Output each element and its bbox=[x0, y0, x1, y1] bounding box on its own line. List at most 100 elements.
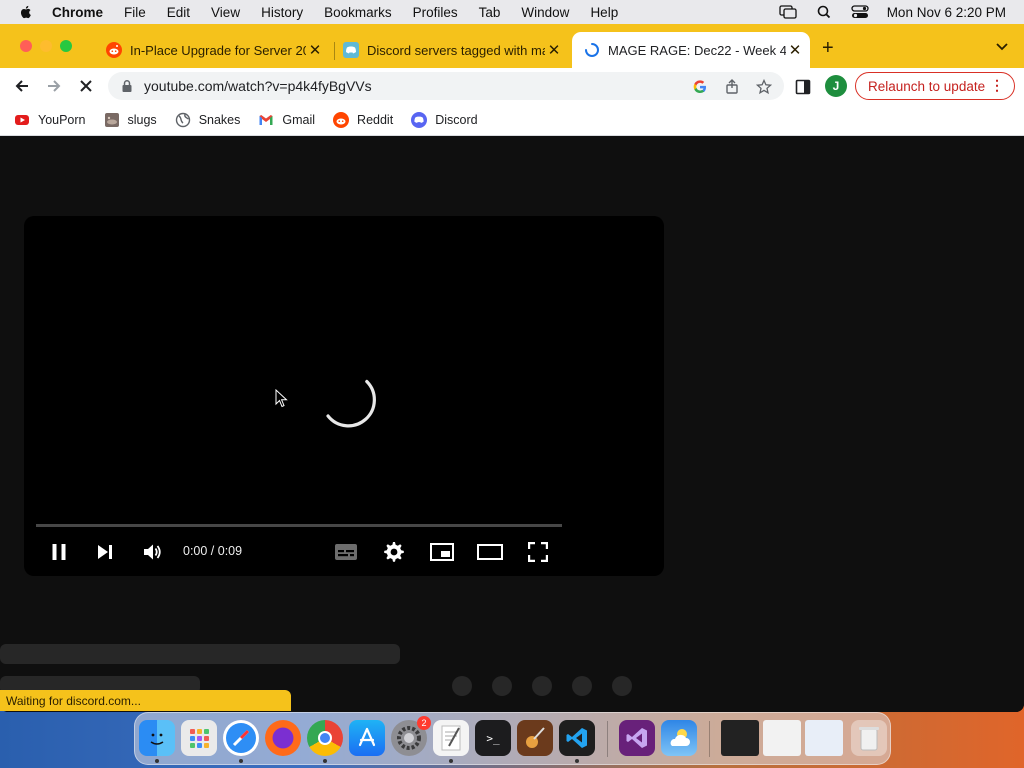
weather-icon[interactable] bbox=[661, 720, 697, 756]
macos-dock: 2 >_ bbox=[134, 712, 891, 765]
reddit-icon bbox=[106, 42, 122, 58]
close-tab-icon[interactable]: ✕ bbox=[786, 41, 804, 59]
theater-mode-button[interactable] bbox=[476, 538, 504, 566]
gear-icon bbox=[384, 542, 404, 562]
visual-studio-icon[interactable] bbox=[619, 720, 655, 756]
menu-app-name[interactable]: Chrome bbox=[52, 5, 103, 20]
miniplayer-icon bbox=[430, 543, 454, 561]
vscode-logo-icon bbox=[566, 728, 587, 748]
notification-badge: 2 bbox=[417, 716, 431, 730]
profile-avatar[interactable]: J bbox=[825, 75, 847, 97]
menu-file[interactable]: File bbox=[124, 5, 146, 20]
bookmark-discord[interactable]: Discord bbox=[411, 111, 478, 128]
vscode-icon[interactable] bbox=[559, 720, 595, 756]
menu-tab[interactable]: Tab bbox=[479, 5, 501, 20]
action-skeleton bbox=[612, 676, 632, 696]
trash-icon[interactable] bbox=[851, 720, 887, 756]
lock-icon[interactable] bbox=[120, 79, 134, 93]
menu-view[interactable]: View bbox=[211, 5, 240, 20]
menu-profiles[interactable]: Profiles bbox=[413, 5, 458, 20]
spotlight-search-icon[interactable] bbox=[815, 5, 833, 19]
settings-button[interactable] bbox=[380, 538, 408, 566]
app-store-icon[interactable] bbox=[349, 720, 385, 756]
minimize-window-button[interactable] bbox=[40, 40, 52, 52]
bookmark-slugs[interactable]: slugs bbox=[104, 112, 157, 128]
apple-icon[interactable] bbox=[18, 4, 34, 20]
screen-mirroring-icon[interactable] bbox=[779, 5, 797, 19]
tab-discord-servers[interactable]: Discord servers tagged with mage ✕ bbox=[337, 32, 569, 68]
relaunch-to-update-button[interactable]: Relaunch to update ⋮ bbox=[855, 72, 1015, 100]
share-icon[interactable] bbox=[724, 79, 740, 95]
back-button[interactable] bbox=[10, 74, 34, 98]
close-tab-icon[interactable]: ✕ bbox=[306, 41, 324, 59]
skip-next-icon bbox=[98, 545, 112, 559]
menu-bookmarks[interactable]: Bookmarks bbox=[324, 5, 392, 20]
forward-button[interactable] bbox=[42, 74, 66, 98]
grid-icon bbox=[190, 729, 209, 748]
bookmark-label: Discord bbox=[435, 112, 478, 127]
close-tab-icon[interactable]: ✕ bbox=[545, 41, 563, 59]
fullscreen-button[interactable] bbox=[524, 538, 552, 566]
bookmark-star-icon[interactable] bbox=[756, 79, 772, 95]
menu-help[interactable]: Help bbox=[590, 5, 618, 20]
bookmark-label: Gmail bbox=[282, 112, 316, 127]
video-progress-bar[interactable] bbox=[36, 524, 562, 527]
mute-button[interactable] bbox=[138, 538, 166, 566]
new-tab-button[interactable]: + bbox=[822, 38, 834, 58]
minimized-window-thumbnail[interactable] bbox=[805, 720, 843, 756]
dock-separator bbox=[607, 721, 608, 757]
stop-x-icon bbox=[80, 80, 92, 92]
closed-captions-icon bbox=[335, 544, 357, 560]
menubar-clock[interactable]: Mon Nov 6 2:20 PM bbox=[887, 5, 1006, 20]
tab-reddit-server-upgrade[interactable]: In-Place Upgrade for Server 2019 ✕ bbox=[98, 32, 330, 68]
minimized-window-thumbnail[interactable] bbox=[721, 720, 759, 756]
control-center-icon[interactable] bbox=[851, 5, 869, 19]
finder-icon[interactable] bbox=[139, 720, 175, 756]
macos-menubar: Chrome File Edit View History Bookmarks … bbox=[0, 0, 1024, 24]
running-indicator bbox=[575, 759, 579, 763]
bookmark-label: slugs bbox=[127, 112, 157, 127]
stop-loading-button[interactable] bbox=[74, 74, 98, 98]
garageband-icon[interactable] bbox=[517, 720, 553, 756]
safari-icon[interactable] bbox=[223, 720, 259, 756]
subtitles-button[interactable] bbox=[332, 538, 360, 566]
status-bubble: Waiting for discord.com... bbox=[0, 690, 291, 711]
menu-history[interactable]: History bbox=[261, 5, 303, 20]
pause-button[interactable] bbox=[45, 538, 73, 566]
terminal-icon[interactable]: >_ bbox=[475, 720, 511, 756]
video-player[interactable]: 0:00 / 0:09 bbox=[24, 216, 664, 576]
google-lens-icon[interactable] bbox=[692, 79, 708, 95]
globe-icon bbox=[175, 112, 190, 127]
menu-window[interactable]: Window bbox=[521, 5, 569, 20]
firefox-icon[interactable] bbox=[265, 720, 301, 756]
url-text[interactable]: youtube.com/watch?v=p4k4fyBgVVs bbox=[144, 78, 372, 94]
chrome-icon[interactable] bbox=[307, 720, 343, 756]
kebab-menu-icon[interactable]: ⋮ bbox=[990, 77, 1004, 94]
side-panel-icon[interactable] bbox=[795, 79, 811, 95]
bookmark-gmail[interactable]: Gmail bbox=[258, 112, 315, 128]
bookmark-label: YouPorn bbox=[38, 112, 86, 127]
bookmark-snakes[interactable]: Snakes bbox=[175, 112, 240, 128]
bookmark-label: Reddit bbox=[357, 112, 394, 127]
minimized-window-thumbnail[interactable] bbox=[763, 720, 801, 756]
running-indicator bbox=[449, 759, 453, 763]
youtube-page: 0:00 / 0:09 bbox=[0, 136, 1024, 712]
bookmark-reddit[interactable]: Reddit bbox=[333, 111, 394, 128]
discord-icon bbox=[343, 42, 359, 58]
terminal-prompt-icon: >_ bbox=[486, 731, 500, 745]
next-video-button[interactable] bbox=[91, 538, 119, 566]
address-bar[interactable]: youtube.com/watch?v=p4k4fyBgVVs bbox=[108, 72, 784, 100]
fullscreen-icon bbox=[528, 542, 548, 562]
arrow-right-icon bbox=[48, 80, 61, 92]
relaunch-label: Relaunch to update bbox=[868, 78, 986, 94]
tab-youtube-active[interactable]: MAGE RAGE: Dec22 - Week 4 ✕ bbox=[572, 32, 810, 68]
launchpad-icon[interactable] bbox=[181, 720, 217, 756]
cloud-icon bbox=[670, 729, 690, 746]
zoom-window-button[interactable] bbox=[60, 40, 72, 52]
miniplayer-button[interactable] bbox=[428, 538, 456, 566]
menu-edit[interactable]: Edit bbox=[167, 5, 190, 20]
bookmark-youporn[interactable]: YouPorn bbox=[14, 112, 86, 128]
close-window-button[interactable] bbox=[20, 40, 32, 52]
tab-search-chevron-icon[interactable] bbox=[994, 38, 1010, 54]
textedit-icon[interactable] bbox=[433, 720, 469, 756]
